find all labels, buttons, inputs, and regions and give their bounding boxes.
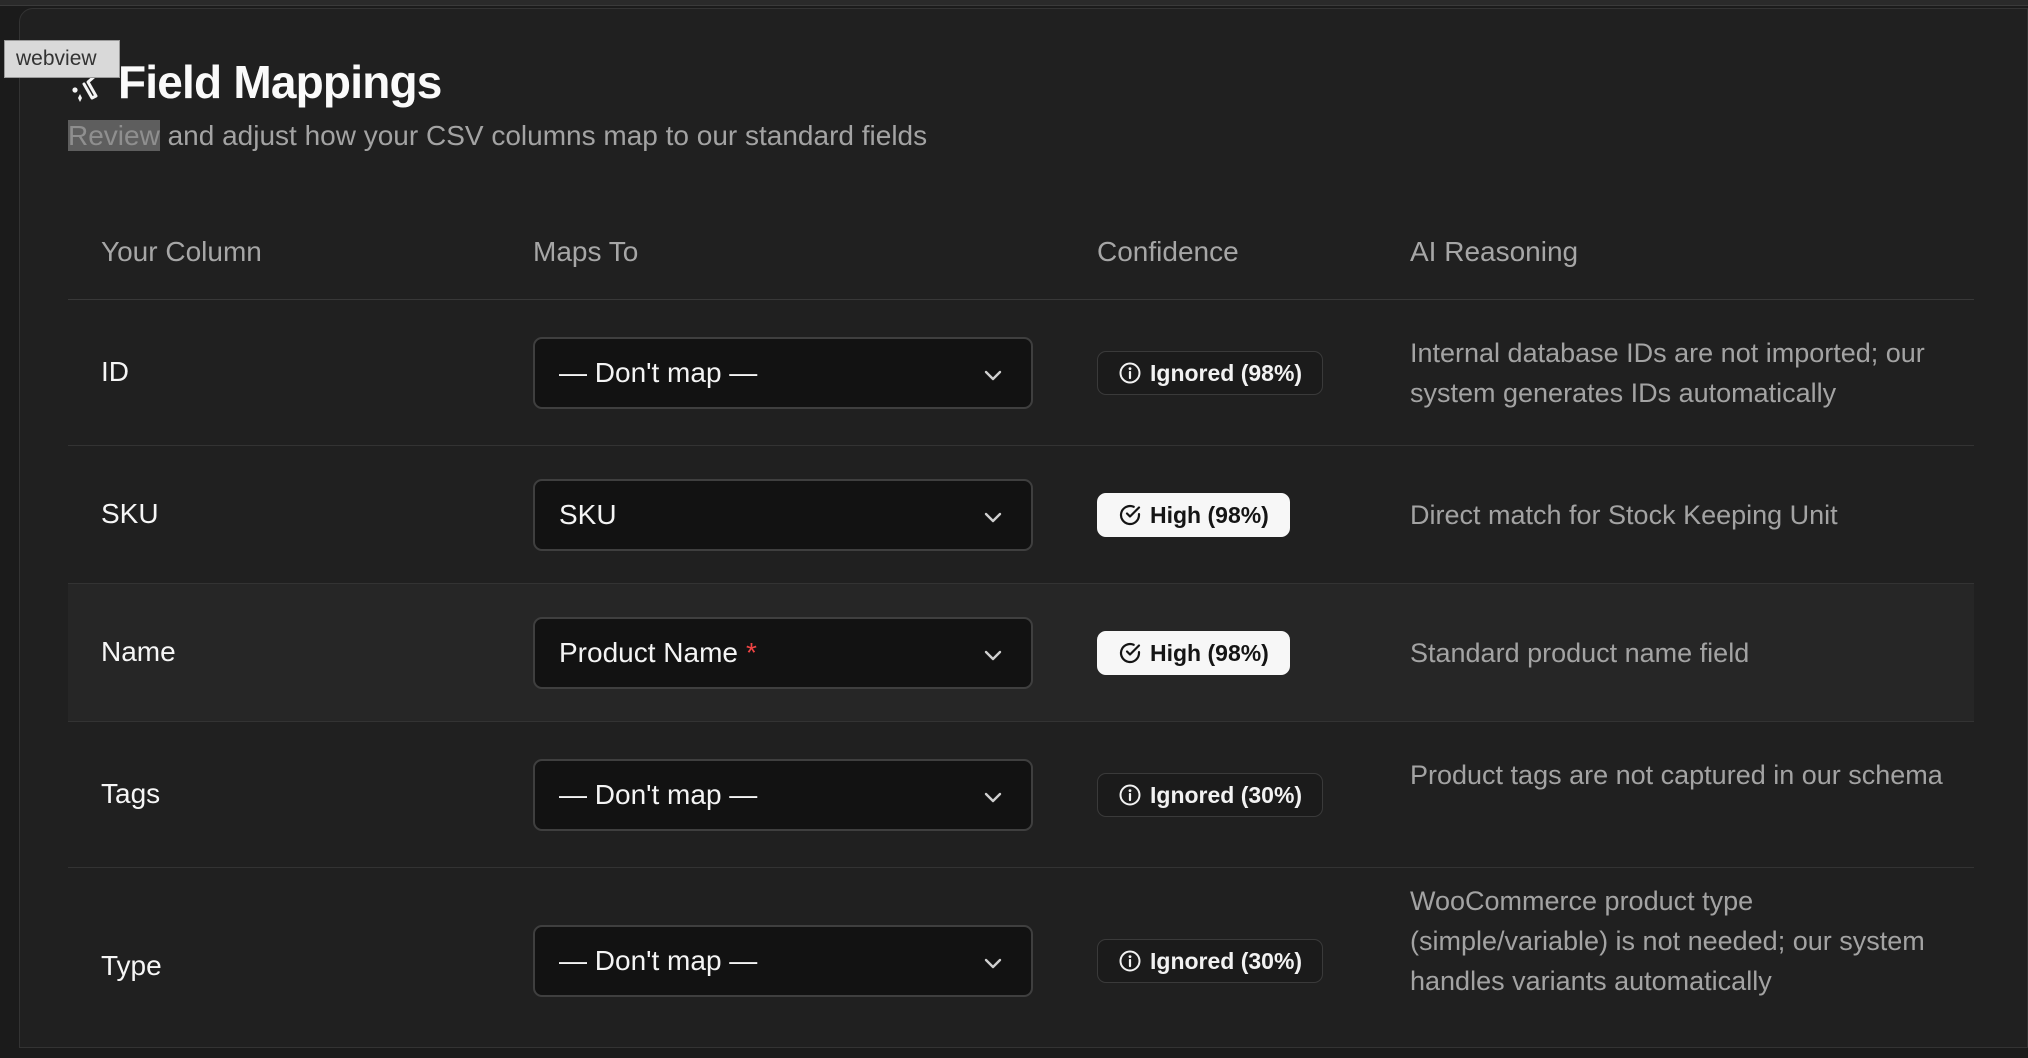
- table-row: ID — Don't map — Ignored (98%) Internal …: [68, 300, 1974, 446]
- confidence-label: Ignored (30%): [1150, 781, 1303, 808]
- mappings-table: Your Column Maps To Confidence AI Reason…: [68, 216, 1974, 1058]
- info-circle-icon: [1119, 784, 1141, 806]
- required-marker: *: [745, 637, 757, 668]
- select-value: Product Name: [559, 637, 738, 668]
- header-ai-reasoning: AI Reasoning: [1410, 236, 1579, 267]
- csv-column-name: Name: [101, 636, 176, 667]
- chevron-down-icon: [984, 958, 1002, 969]
- table-row: SKU SKU High (98%) Direct match for Stoc…: [68, 446, 1974, 584]
- ai-reasoning-text: Product tags are not captured in our sch…: [1410, 760, 1943, 790]
- chevron-down-icon: [984, 512, 1002, 523]
- select-value: — Don't map —: [559, 945, 758, 976]
- confidence-badge: Ignored (30%): [1097, 939, 1324, 983]
- select-value: — Don't map —: [559, 779, 758, 810]
- confidence-label: High (98%): [1150, 501, 1269, 528]
- table-row: Tags — Don't map — Ignored (30%) Product…: [68, 722, 1974, 868]
- info-circle-icon: [1119, 950, 1141, 972]
- window-top-edge: [0, 0, 2028, 6]
- webview-tag: webview: [4, 40, 120, 78]
- select-value: SKU: [559, 499, 617, 530]
- ai-reasoning-text: Standard product name field: [1410, 638, 1750, 668]
- select-value: — Don't map —: [559, 357, 758, 388]
- confidence-badge: High (98%): [1097, 493, 1290, 537]
- info-circle-icon: [1119, 362, 1141, 384]
- header-your-column: Your Column: [101, 236, 262, 267]
- chevron-down-icon: [984, 370, 1002, 381]
- table-row: Type — Don't map — Ignored (30%) WooComm…: [68, 868, 1974, 1058]
- confidence-badge: Ignored (98%): [1097, 351, 1324, 395]
- ai-reasoning-text: Internal database IDs are not imported; …: [1410, 338, 1925, 408]
- page-title: Field Mappings: [118, 56, 442, 108]
- csv-column-name: Tags: [101, 778, 161, 809]
- table-header: Your Column Maps To Confidence AI Reason…: [68, 216, 1974, 300]
- check-circle-icon: [1119, 642, 1141, 664]
- maps-to-select[interactable]: — Don't map —: [533, 925, 1033, 997]
- confidence-label: Ignored (98%): [1150, 359, 1303, 386]
- subtitle-text: and adjust how your CSV columns map to o…: [159, 120, 928, 151]
- page-subtitle: Review and adjust how your CSV columns m…: [68, 120, 927, 152]
- selected-text: Review: [68, 120, 160, 151]
- ai-reasoning-text: WooCommerce product type (simple/variabl…: [1410, 886, 1925, 996]
- maps-to-select[interactable]: — Don't map —: [533, 759, 1033, 831]
- page-header: Field Mappings: [66, 52, 442, 112]
- csv-column-name: Type: [101, 950, 162, 981]
- header-maps-to: Maps To: [533, 236, 639, 267]
- confidence-label: Ignored (30%): [1150, 947, 1303, 974]
- table-row: Name Product Name * High (98%) Standard p…: [68, 584, 1974, 722]
- maps-to-select[interactable]: SKU: [533, 479, 1033, 551]
- ai-reasoning-text: Direct match for Stock Keeping Unit: [1410, 500, 1838, 530]
- chevron-down-icon: [984, 650, 1002, 661]
- chevron-down-icon: [984, 792, 1002, 803]
- check-circle-icon: [1119, 504, 1141, 526]
- csv-column-name: SKU: [101, 498, 159, 529]
- confidence-badge: High (98%): [1097, 631, 1290, 675]
- confidence-badge: Ignored (30%): [1097, 773, 1324, 817]
- csv-column-name: ID: [101, 356, 129, 387]
- maps-to-select[interactable]: Product Name *: [533, 617, 1033, 689]
- header-confidence: Confidence: [1097, 236, 1239, 267]
- confidence-label: High (98%): [1150, 639, 1269, 666]
- maps-to-select[interactable]: — Don't map —: [533, 337, 1033, 409]
